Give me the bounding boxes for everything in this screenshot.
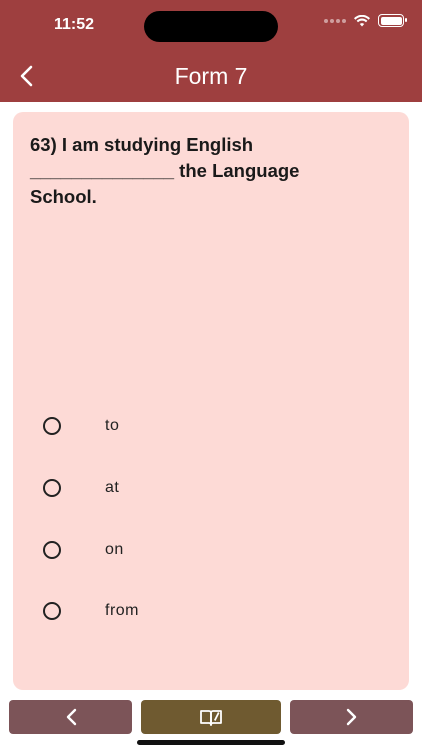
option-to[interactable]: to	[43, 408, 383, 444]
status-icons	[324, 14, 407, 27]
option-label: on	[105, 541, 124, 558]
dynamic-island	[144, 11, 278, 42]
question-card: 63) I am studying English ______________…	[13, 112, 409, 690]
bottom-navigation	[0, 698, 422, 738]
question-line-3: School.	[30, 186, 97, 207]
chevron-left-icon	[66, 708, 76, 726]
chevron-right-icon	[346, 708, 356, 726]
radio-button[interactable]	[43, 602, 61, 620]
option-label: from	[105, 602, 139, 619]
option-on[interactable]: on	[43, 532, 383, 568]
app-header: 11:52 Form 7	[0, 0, 422, 102]
option-label: to	[105, 417, 120, 434]
status-time: 11:52	[54, 16, 95, 33]
next-button[interactable]	[290, 700, 413, 734]
question-line-2: the Language	[174, 160, 300, 181]
signal-icon	[324, 18, 346, 23]
page-title: Form 7	[174, 63, 248, 89]
previous-button[interactable]	[9, 700, 132, 734]
radio-button[interactable]	[43, 417, 61, 435]
option-at[interactable]: at	[43, 470, 383, 506]
wifi-icon	[354, 14, 370, 26]
book-button[interactable]	[141, 700, 281, 734]
battery-icon	[378, 14, 407, 27]
open-book-icon	[200, 710, 222, 726]
radio-button[interactable]	[43, 541, 61, 559]
option-label: at	[105, 479, 120, 496]
question-blank: ______________	[30, 160, 175, 181]
question-line-1: 63) I am studying English	[30, 134, 254, 155]
question-text: 63) I am studying English ______________…	[30, 132, 400, 210]
option-from[interactable]: from	[43, 593, 383, 629]
home-indicator	[137, 740, 285, 745]
radio-button[interactable]	[43, 479, 61, 497]
